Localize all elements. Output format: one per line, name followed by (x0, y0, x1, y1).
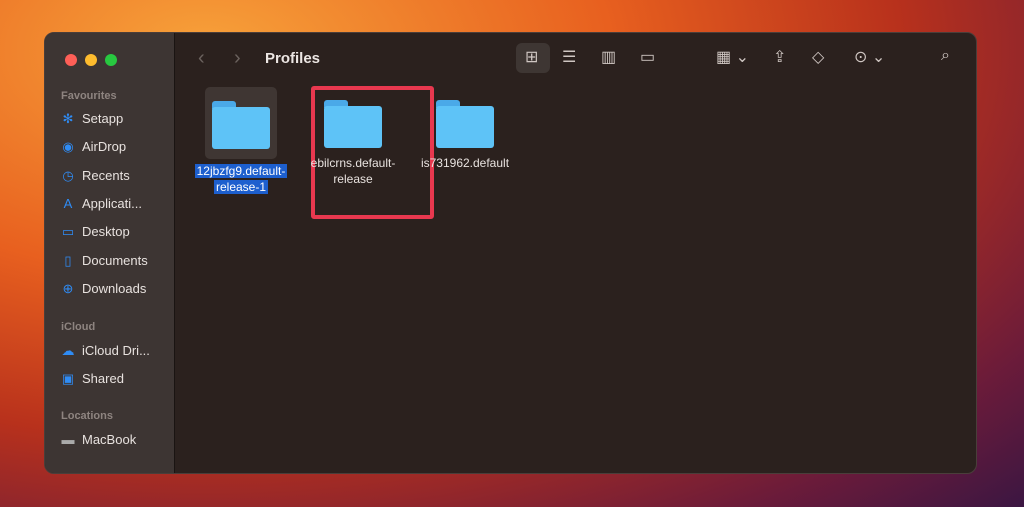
section-favourites: Favourites (61, 90, 117, 102)
forward-button[interactable]: › (234, 47, 241, 70)
more-actions-button[interactable]: ⊙ ⌄ (854, 47, 885, 67)
label: AirDrop (82, 139, 127, 154)
finder-window: Favourites ✻ Setapp ◉ AirDrop ◷ Recents A Ap… (44, 32, 977, 474)
file-name: ebilcrns.default- (310, 156, 396, 170)
back-button[interactable]: ‹ (198, 47, 205, 70)
setapp-icon: ✻ (62, 110, 74, 126)
sidebar-item-downloads[interactable]: ⊕ Downloads (61, 280, 147, 296)
close-button[interactable] (65, 54, 77, 66)
clock-icon: ◷ (62, 167, 74, 183)
label: Desktop (82, 224, 130, 239)
section-icloud: iCloud (61, 321, 96, 333)
download-icon: ⊕ (62, 280, 74, 296)
sidebar-item-documents[interactable]: ▯ Documents (61, 252, 148, 268)
search-button[interactable]: ⌕ (941, 47, 950, 65)
window-title: Profiles (265, 50, 321, 67)
folder-icon (322, 95, 384, 149)
label: MacBook (82, 432, 137, 447)
sidebar: Favourites ✻ Setapp ◉ AirDrop ◷ Recents A Ap… (45, 33, 175, 473)
file-name: release (333, 172, 373, 186)
content-area: ‹ › Profiles ⊞ ☰ ▥ ▭ ▦ ⌄ ⇪ ◇ ⊙ ⌄ ⌕ 12jbz… (176, 33, 976, 473)
list-view-button[interactable]: ☰ (562, 47, 576, 67)
cloud-icon: ☁ (61, 342, 75, 358)
label: Documents (82, 253, 148, 268)
window-controls (65, 54, 117, 66)
label: Setapp (82, 111, 124, 126)
applications-icon: A (63, 195, 73, 211)
zoom-button[interactable] (105, 54, 117, 66)
sidebar-item-desktop[interactable]: ▭ Desktop (61, 224, 130, 239)
group-button[interactable]: ▦ ⌄ (716, 47, 749, 67)
folder-item[interactable]: is731962.default (406, 95, 524, 171)
folder-item[interactable]: 12jbzfg9.default-release-1 (182, 87, 300, 195)
sidebar-item-recents[interactable]: ◷ Recents (61, 167, 130, 183)
desktop-icon: ▭ (61, 223, 75, 239)
gallery-view-button[interactable]: ▭ (640, 47, 655, 67)
file-name: release-1 (213, 180, 269, 194)
selection-bg (205, 87, 277, 159)
file-name: is731962.default (420, 156, 510, 170)
share-button[interactable]: ⇪ (773, 47, 786, 67)
disk-icon: ▬ (61, 431, 75, 447)
sidebar-item-applications[interactable]: A Applicati... (61, 196, 142, 211)
label: Applicati... (82, 196, 142, 211)
section-locations: Locations (61, 410, 113, 422)
label: Recents (82, 168, 130, 183)
shared-folder-icon: ▣ (61, 370, 75, 386)
sidebar-item-shared[interactable]: ▣ Shared (61, 371, 124, 386)
label: Downloads (82, 281, 147, 296)
sidebar-item-airdrop[interactable]: ◉ AirDrop (61, 139, 126, 154)
column-view-button[interactable]: ▥ (601, 47, 616, 67)
airdrop-icon: ◉ (62, 138, 74, 154)
label: iCloud Dri... (82, 343, 150, 358)
file-name: 12jbzfg9.default- (194, 164, 288, 178)
sidebar-item-setapp[interactable]: ✻ Setapp (61, 110, 124, 126)
sidebar-item-macbook[interactable]: ▬ MacBook (61, 431, 137, 447)
folder-item[interactable]: ebilcrns.default-release (294, 95, 412, 187)
toolbar: ‹ › Profiles ⊞ ☰ ▥ ▭ ▦ ⌄ ⇪ ◇ ⊙ ⌄ ⌕ (176, 33, 976, 85)
label: Shared (82, 371, 124, 386)
sidebar-item-icloud-drive[interactable]: ☁ iCloud Dri... (61, 343, 150, 358)
icon-view-button[interactable]: ⊞ (525, 47, 538, 67)
document-icon: ▯ (64, 252, 72, 268)
folder-icon (434, 95, 496, 149)
tag-button[interactable]: ◇ (812, 47, 824, 67)
minimize-button[interactable] (85, 54, 97, 66)
folder-icon (210, 96, 272, 150)
